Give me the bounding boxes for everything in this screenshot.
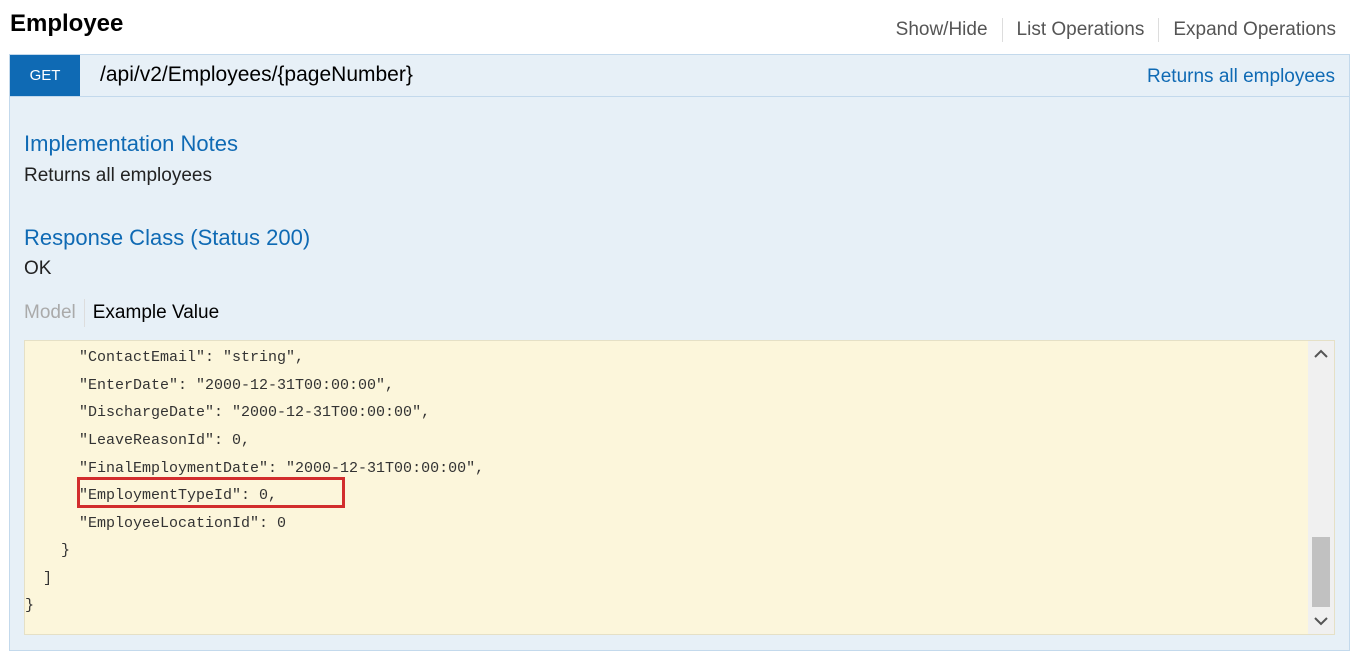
code-line: "ContactEmail": "string", xyxy=(25,349,305,366)
code-line: "DischargeDate": "2000-12-31T00:00:00", xyxy=(25,404,431,421)
code-line: "EmployeeLocationId": 0 xyxy=(25,515,287,532)
http-method-badge[interactable]: GET xyxy=(10,55,80,96)
operation-summary-link[interactable]: Returns all employees xyxy=(1147,66,1335,88)
code-scrollbar[interactable] xyxy=(1308,341,1334,634)
expand-operations-link[interactable]: Expand Operations xyxy=(1159,19,1336,41)
code-line: "FinalEmploymentDate": "2000-12-31T00:00… xyxy=(25,460,485,477)
list-operations-link[interactable]: List Operations xyxy=(1003,19,1159,41)
operation-heading[interactable]: GET /api/v2/Employees/{pageNumber} Retur… xyxy=(10,55,1349,97)
code-line: "EnterDate": "2000-12-31T00:00:00", xyxy=(25,377,395,394)
show-hide-link[interactable]: Show/Hide xyxy=(882,19,1002,41)
operation-panel: GET /api/v2/Employees/{pageNumber} Retur… xyxy=(9,54,1350,651)
resource-title[interactable]: Employee xyxy=(10,10,123,38)
code-line: } xyxy=(25,542,71,559)
code-line: ] xyxy=(25,570,53,587)
code-line: } xyxy=(25,597,35,614)
resource-actions: Show/Hide List Operations Expand Operati… xyxy=(882,18,1336,42)
chevron-up-icon[interactable] xyxy=(1308,343,1334,365)
model-tabs: Model Example Value xyxy=(24,299,219,327)
implementation-notes-heading: Implementation Notes xyxy=(24,131,238,156)
scrollbar-thumb[interactable] xyxy=(1312,537,1330,607)
tab-model[interactable]: Model xyxy=(24,302,84,324)
example-value-code-box[interactable]: "ContactEmail": "string", "EnterDate": "… xyxy=(24,340,1335,635)
response-class-text: OK xyxy=(24,258,52,279)
implementation-notes-text: Returns all employees xyxy=(24,165,212,186)
highlight-annotation-box xyxy=(77,477,345,508)
chevron-down-icon[interactable] xyxy=(1308,610,1334,632)
endpoint-path[interactable]: /api/v2/Employees/{pageNumber} xyxy=(100,63,413,87)
tab-example-value[interactable]: Example Value xyxy=(85,302,219,324)
code-line: "LeaveReasonId": 0, xyxy=(25,432,251,449)
code-lines: "ContactEmail": "string", "EnterDate": "… xyxy=(25,341,1308,634)
response-class-heading: Response Class (Status 200) xyxy=(24,225,311,250)
